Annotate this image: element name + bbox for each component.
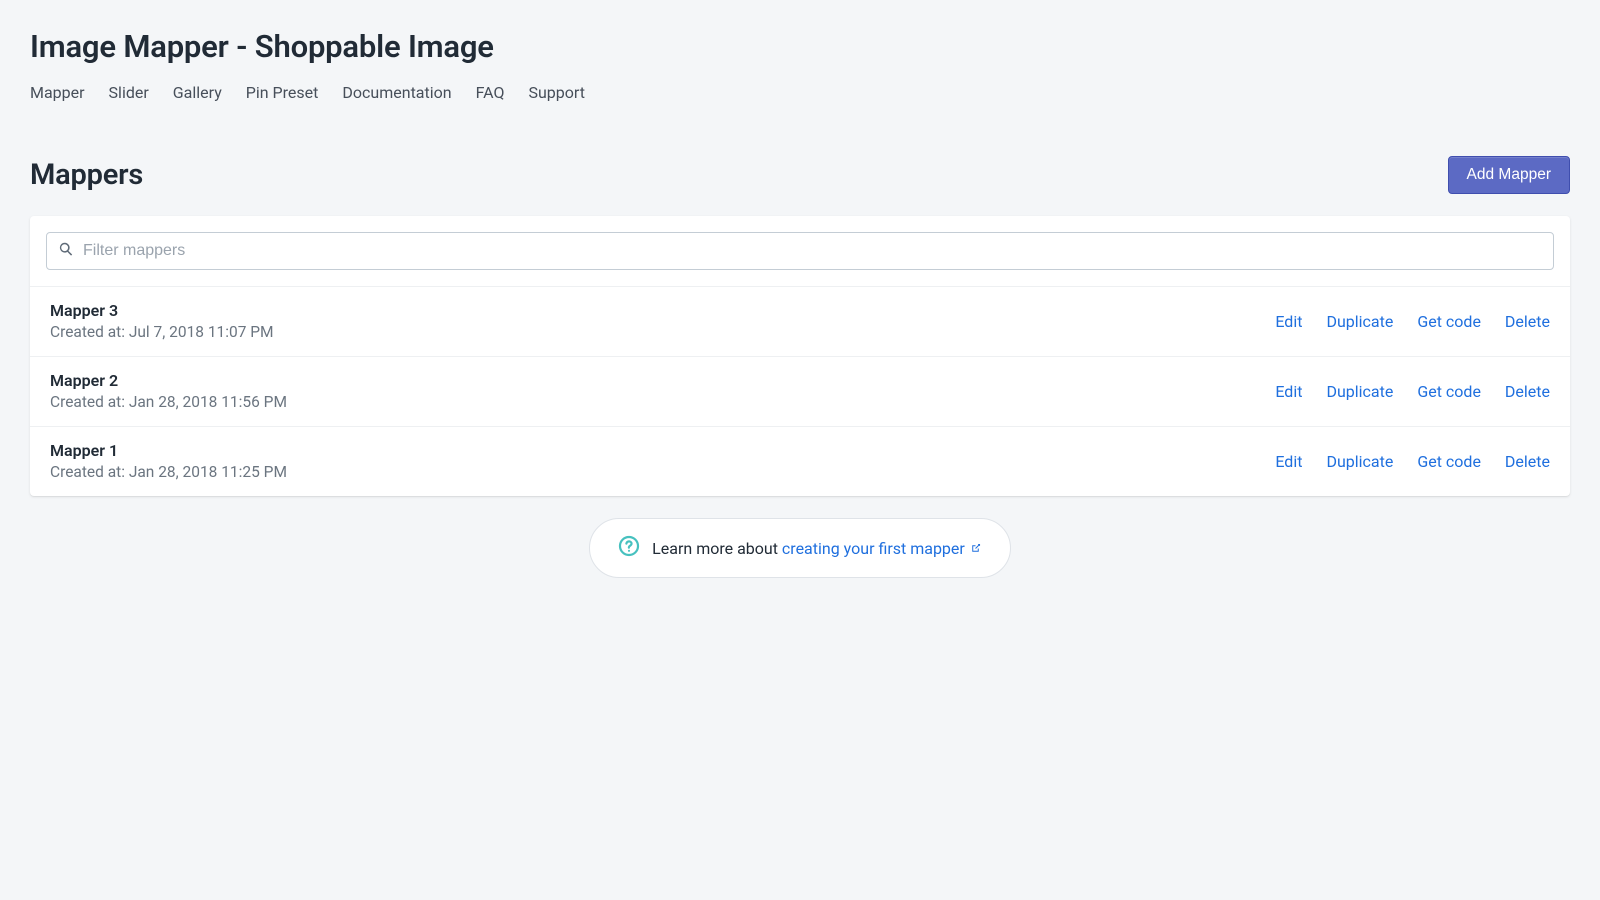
nav-item-slider[interactable]: Slider <box>109 83 149 102</box>
help-icon <box>618 535 640 561</box>
get-code-link[interactable]: Get code <box>1417 312 1481 331</box>
duplicate-link[interactable]: Duplicate <box>1326 382 1393 401</box>
filter-field[interactable] <box>46 232 1554 270</box>
help-link-text: creating your first mapper <box>782 539 965 558</box>
duplicate-link[interactable]: Duplicate <box>1326 452 1393 471</box>
main-nav: Mapper Slider Gallery Pin Preset Documen… <box>30 83 1570 102</box>
app-title: Image Mapper - Shoppable Image <box>30 28 1570 65</box>
nav-item-faq[interactable]: FAQ <box>476 83 505 102</box>
mapper-created: Created at: Jan 28, 2018 11:25 PM <box>50 463 287 481</box>
get-code-link[interactable]: Get code <box>1417 452 1481 471</box>
mapper-created: Created at: Jul 7, 2018 11:07 PM <box>50 323 274 341</box>
mapper-name: Mapper 1 <box>50 441 287 460</box>
help-link[interactable]: creating your first mapper <box>782 539 982 558</box>
nav-item-pin-preset[interactable]: Pin Preset <box>246 83 319 102</box>
nav-item-gallery[interactable]: Gallery <box>173 83 222 102</box>
delete-link[interactable]: Delete <box>1505 452 1550 471</box>
search-icon <box>57 240 75 262</box>
mappers-card: Mapper 3 Created at: Jul 7, 2018 11:07 P… <box>30 216 1570 496</box>
help-callout: Learn more about creating your first map… <box>589 518 1011 578</box>
edit-link[interactable]: Edit <box>1275 312 1302 331</box>
delete-link[interactable]: Delete <box>1505 312 1550 331</box>
help-text: Learn more about creating your first map… <box>652 539 982 558</box>
nav-item-mapper[interactable]: Mapper <box>30 83 85 102</box>
add-mapper-button[interactable]: Add Mapper <box>1448 156 1570 194</box>
filter-input[interactable] <box>83 242 1543 260</box>
mapper-name: Mapper 3 <box>50 301 274 320</box>
mappers-list: Mapper 3 Created at: Jul 7, 2018 11:07 P… <box>30 287 1570 496</box>
list-item: Mapper 2 Created at: Jan 28, 2018 11:56 … <box>30 356 1570 426</box>
nav-item-support[interactable]: Support <box>528 83 584 102</box>
get-code-link[interactable]: Get code <box>1417 382 1481 401</box>
mapper-created: Created at: Jan 28, 2018 11:56 PM <box>50 393 287 411</box>
delete-link[interactable]: Delete <box>1505 382 1550 401</box>
edit-link[interactable]: Edit <box>1275 382 1302 401</box>
nav-item-documentation[interactable]: Documentation <box>342 83 451 102</box>
help-prefix: Learn more about <box>652 539 782 558</box>
mapper-name: Mapper 2 <box>50 371 287 390</box>
list-item: Mapper 3 Created at: Jul 7, 2018 11:07 P… <box>30 287 1570 356</box>
page-title: Mappers <box>30 158 143 192</box>
list-item: Mapper 1 Created at: Jan 28, 2018 11:25 … <box>30 426 1570 496</box>
duplicate-link[interactable]: Duplicate <box>1326 312 1393 331</box>
edit-link[interactable]: Edit <box>1275 452 1302 471</box>
external-link-icon <box>969 542 982 555</box>
